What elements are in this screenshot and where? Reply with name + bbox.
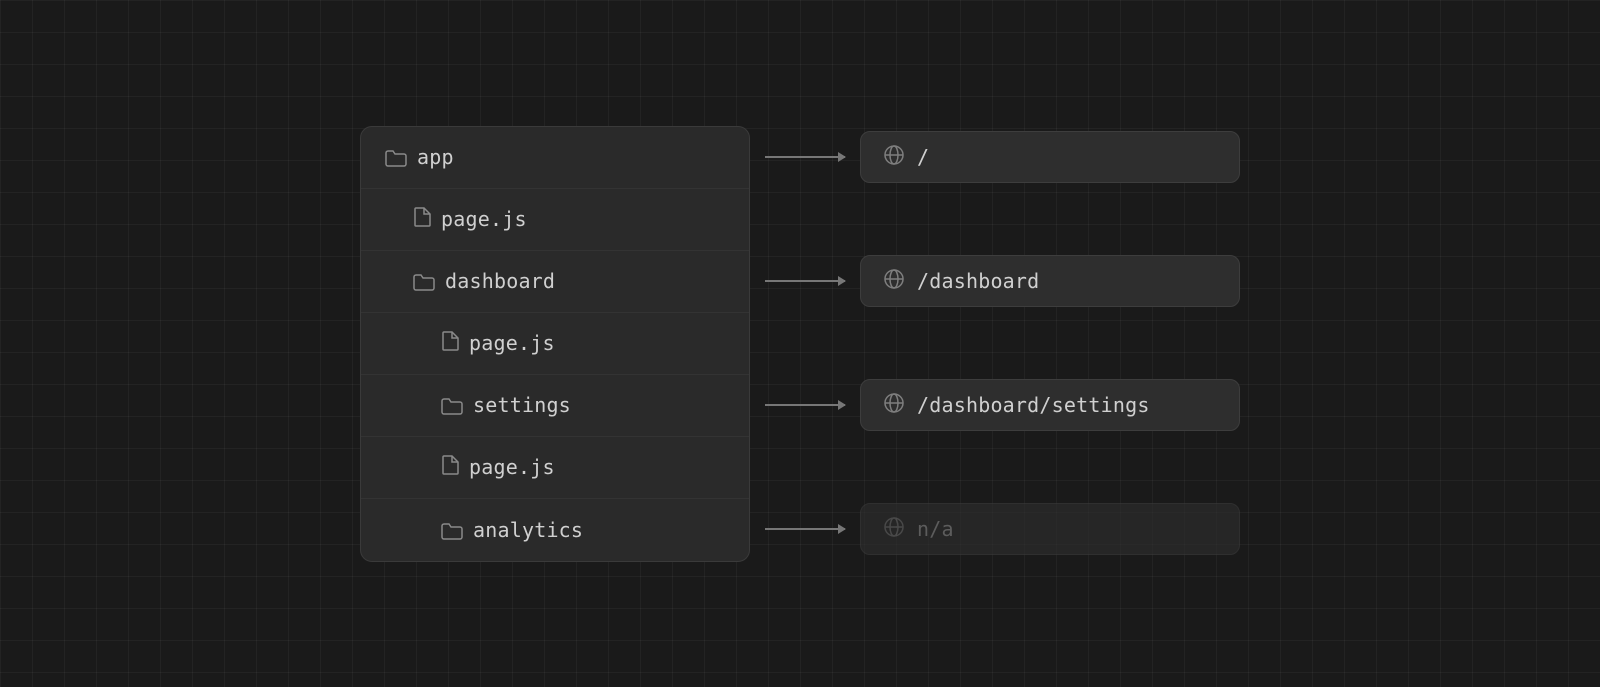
route-row-settings-page	[750, 436, 1240, 498]
route-path-settings: /dashboard/settings	[917, 393, 1150, 417]
routes-section: / /dashboard	[750, 126, 1240, 560]
route-path-analytics: n/a	[917, 517, 954, 541]
globe-icon-root	[883, 144, 905, 170]
tree-label-settings-page: page.js	[469, 455, 555, 479]
route-path-root: /	[917, 145, 929, 169]
tree-item-dashboard-page: page.js	[361, 313, 749, 375]
tree-item-app-page: page.js	[361, 189, 749, 251]
arrow-settings	[765, 404, 845, 406]
arrow-app	[765, 156, 845, 158]
route-row-settings: /dashboard/settings	[750, 374, 1240, 436]
folder-icon-settings	[441, 396, 463, 414]
tree-item-app: app	[361, 127, 749, 189]
folder-icon	[385, 148, 407, 166]
folder-icon-dashboard	[413, 272, 435, 290]
tree-label-analytics: analytics	[473, 518, 583, 542]
route-box-analytics: n/a	[860, 503, 1240, 555]
file-tree: app page.js dashboard	[360, 126, 750, 562]
route-row-analytics: n/a	[750, 498, 1240, 560]
globe-icon-analytics	[883, 516, 905, 542]
tree-label-app-page: page.js	[441, 207, 527, 231]
file-icon-1	[413, 207, 431, 232]
route-row-dashboard: /dashboard	[750, 250, 1240, 312]
route-row-app-page	[750, 188, 1240, 250]
route-box-settings: /dashboard/settings	[860, 379, 1240, 431]
route-row-dashboard-page	[750, 312, 1240, 374]
route-path-dashboard: /dashboard	[917, 269, 1039, 293]
route-row-app: /	[750, 126, 1240, 188]
tree-item-settings: settings	[361, 375, 749, 437]
globe-icon-settings	[883, 392, 905, 418]
diagram-container: app page.js dashboard	[360, 126, 1240, 562]
route-box-root: /	[860, 131, 1240, 183]
tree-label-app: app	[417, 145, 454, 169]
tree-label-dashboard-page: page.js	[469, 331, 555, 355]
globe-icon-dashboard	[883, 268, 905, 294]
arrow-analytics	[765, 528, 845, 530]
tree-label-dashboard: dashboard	[445, 269, 555, 293]
folder-icon-analytics	[441, 521, 463, 539]
tree-item-analytics: analytics	[361, 499, 749, 561]
file-icon-3	[441, 455, 459, 480]
tree-item-settings-page: page.js	[361, 437, 749, 499]
arrow-dashboard	[765, 280, 845, 282]
file-icon-2	[441, 331, 459, 356]
route-box-dashboard: /dashboard	[860, 255, 1240, 307]
tree-item-dashboard: dashboard	[361, 251, 749, 313]
tree-label-settings: settings	[473, 393, 571, 417]
